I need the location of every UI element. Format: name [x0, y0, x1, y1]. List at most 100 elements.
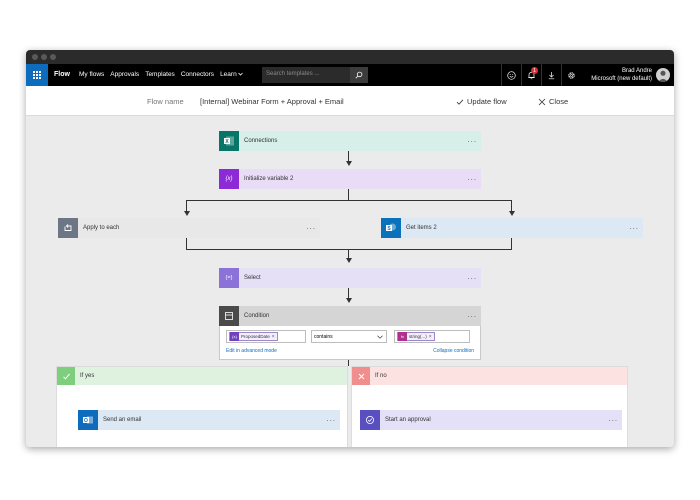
start-approval-title: Start an approval — [385, 417, 431, 423]
nav-link-templates[interactable]: Templates — [145, 71, 175, 78]
operator-value: contains — [314, 333, 333, 340]
operator-dropdown[interactable]: contains — [311, 330, 387, 343]
dynamic-content-token[interactable]: {x} ProposedDate × — [229, 332, 278, 341]
nav-link-my-flows[interactable]: My flows — [79, 71, 104, 78]
apply-to-each-title: Apply to each — [83, 225, 120, 231]
close-icon — [352, 367, 370, 385]
search-box[interactable]: Search templates ... — [262, 67, 368, 83]
person-icon — [658, 70, 668, 82]
condition-body: {x} ProposedDate × contains fx string(..… — [219, 326, 481, 360]
user-name: Brad Andre — [621, 68, 652, 74]
more-options-icon[interactable]: ··· — [322, 416, 340, 425]
select-card[interactable]: {=} Select ··· — [219, 268, 481, 288]
edit-advanced-link[interactable]: Edit in advanced mode — [226, 348, 277, 354]
if-yes-branch: If yes O Send an email ··· — [56, 366, 348, 447]
get-items-card[interactable]: S Get items 2 ··· — [381, 218, 643, 238]
download-button[interactable] — [541, 64, 561, 86]
notifications-button[interactable]: 1 — [521, 64, 541, 86]
expression-token[interactable]: fx string(...) × — [397, 332, 435, 341]
apply-to-each-card[interactable]: Apply to each ··· — [58, 218, 320, 238]
nav-link-connectors[interactable]: Connectors — [181, 71, 214, 78]
token-label: string(...) — [409, 334, 427, 339]
if-no-label: If no — [375, 373, 387, 379]
if-yes-label: If yes — [80, 373, 95, 379]
more-options-icon[interactable]: ··· — [625, 224, 643, 233]
loop-icon — [58, 218, 78, 238]
flow-canvas: X Connections ··· {x} Initialize variabl… — [26, 117, 674, 447]
more-options-icon[interactable]: ··· — [463, 312, 481, 321]
smiley-icon — [507, 70, 516, 80]
chevron-down-icon — [237, 72, 243, 76]
start-approval-card[interactable]: Start an approval ··· — [360, 410, 622, 430]
approval-icon — [360, 410, 380, 430]
window-minimize-dot[interactable] — [41, 54, 47, 60]
search-placeholder: Search templates ... — [266, 71, 320, 77]
close-button[interactable]: Close — [538, 97, 568, 106]
connector-arrow — [508, 211, 515, 216]
brand-name[interactable]: Flow — [54, 71, 70, 78]
get-items-title: Get items 2 — [406, 225, 437, 231]
condition-title: Condition — [244, 313, 270, 319]
more-options-icon[interactable]: ··· — [604, 416, 622, 425]
avatar[interactable] — [656, 68, 670, 82]
connector-arrow — [345, 298, 352, 303]
send-email-card[interactable]: O Send an email ··· — [78, 410, 340, 430]
checkmark-icon — [456, 99, 464, 105]
if-no-branch: If no Start an approval ··· — [351, 366, 628, 447]
more-options-icon[interactable]: ··· — [302, 224, 320, 233]
search-icon — [355, 71, 363, 79]
remove-token-icon[interactable]: × — [429, 334, 432, 340]
connector-line — [348, 189, 349, 200]
initialize-variable-card[interactable]: {x} Initialize variable 2 ··· — [219, 169, 481, 189]
download-icon — [548, 71, 555, 79]
checkmark-icon — [57, 367, 75, 385]
app-window: Flow My flows Approvals Templates Connec… — [26, 50, 674, 447]
initialize-variable-title: Initialize variable 2 — [244, 176, 294, 182]
if-no-header[interactable]: If no — [352, 367, 627, 385]
if-yes-header[interactable]: If yes — [57, 367, 347, 385]
send-email-title: Send an email — [103, 417, 142, 423]
update-flow-label: Update flow — [467, 97, 507, 106]
window-maximize-dot[interactable] — [50, 54, 56, 60]
close-icon — [538, 98, 546, 105]
window-close-dot[interactable] — [32, 54, 38, 60]
condition-card[interactable]: Condition ··· — [219, 306, 481, 326]
nav-icon-group: 1 — [501, 64, 581, 86]
forms-icon: X — [219, 131, 239, 151]
gear-icon — [568, 71, 575, 79]
flow-name-label: Flow name — [147, 97, 184, 106]
notification-badge: 1 — [531, 67, 538, 74]
flow-name-field[interactable]: [Internal] Webinar Form + Approval + Ema… — [200, 97, 344, 106]
collapse-condition-link[interactable]: Collapse condition — [433, 348, 474, 354]
more-options-icon[interactable]: ··· — [463, 175, 481, 184]
condition-left-field[interactable]: {x} ProposedDate × — [226, 330, 306, 343]
function-token-icon: fx — [398, 332, 407, 341]
sharepoint-icon: S — [381, 218, 401, 238]
data-operation-icon: {=} — [219, 268, 239, 288]
user-org: Microsoft (new default) — [591, 75, 652, 82]
token-label: ProposedDate — [241, 334, 270, 339]
update-flow-button[interactable]: Update flow — [456, 97, 507, 106]
settings-button[interactable] — [561, 64, 581, 86]
search-button[interactable] — [350, 67, 368, 83]
nav-links: My flows Approvals Templates Connectors … — [79, 71, 243, 78]
flow-header: Flow name [Internal] Webinar Form + Appr… — [26, 86, 674, 116]
remove-token-icon[interactable]: × — [272, 334, 275, 340]
more-options-icon[interactable]: ··· — [463, 137, 481, 146]
more-options-icon[interactable]: ··· — [463, 274, 481, 283]
variable-icon: {x} — [219, 169, 239, 189]
connector-arrow — [345, 161, 352, 166]
nav-link-approvals[interactable]: Approvals — [110, 71, 139, 78]
svg-text:O: O — [84, 418, 88, 424]
user-info[interactable]: Brad Andre Microsoft (new default) — [591, 68, 652, 83]
app-launcher-button[interactable] — [26, 64, 48, 86]
connections-card[interactable]: X Connections ··· — [219, 131, 481, 151]
connector-line — [186, 200, 512, 201]
connector-arrow — [183, 211, 190, 216]
waffle-icon — [32, 70, 42, 80]
condition-right-field[interactable]: fx string(...) × — [394, 330, 470, 343]
feedback-button[interactable] — [501, 64, 521, 86]
nav-link-learn[interactable]: Learn — [220, 71, 243, 78]
connector-arrow — [345, 258, 352, 263]
connections-title: Connections — [244, 138, 278, 144]
